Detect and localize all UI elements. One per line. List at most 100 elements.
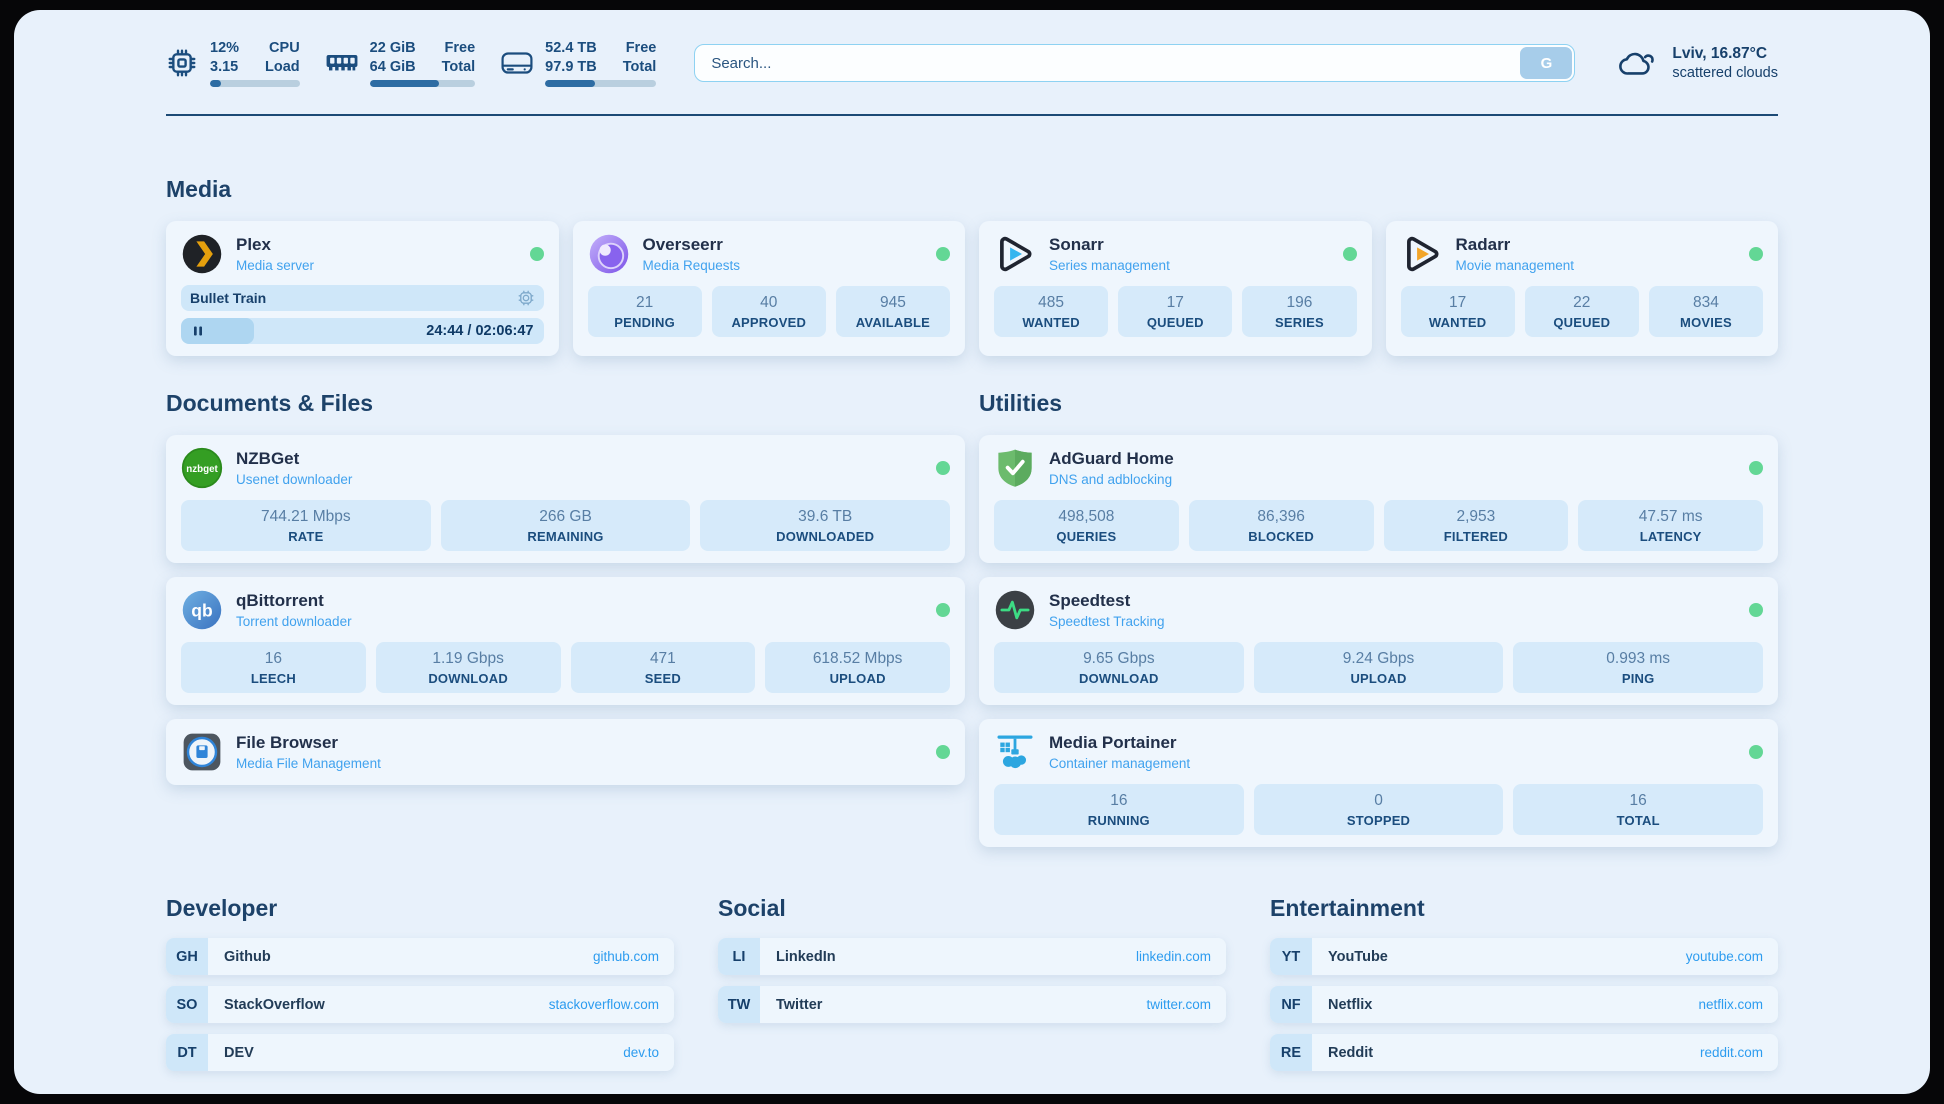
bookmark-name: YouTube (1328, 949, 1388, 965)
stat-downloaded: 39.6 TBDOWNLOADED (700, 500, 950, 551)
header-divider (166, 114, 1778, 116)
qbittorrent-icon: qb (181, 589, 223, 631)
section-title-developer: Developer (166, 895, 674, 922)
app-card-speedtest[interactable]: Speedtest Speedtest Tracking 9.65 GbpsDO… (979, 577, 1778, 705)
disk-free-label: Free (623, 39, 657, 58)
app-card-sonarr[interactable]: Sonarr Series management 485WANTED 17QUE… (979, 221, 1372, 356)
status-online-dot (936, 461, 950, 475)
bookmark-youtube[interactable]: YT YouTube youtube.com (1270, 938, 1778, 975)
bookmark-name: LinkedIn (776, 949, 836, 965)
bookmark-netflix[interactable]: NF Netflix netflix.com (1270, 986, 1778, 1023)
app-name: NZBGet (236, 449, 352, 469)
section-social: Social LI LinkedIn linkedin.com TW Twitt… (718, 895, 1226, 1071)
ram-icon (326, 53, 358, 73)
stat-upload: 618.52 MbpsUPLOAD (765, 642, 950, 693)
filebrowser-icon (181, 731, 223, 773)
app-name: File Browser (236, 733, 381, 753)
bookmark-name: Reddit (1328, 1045, 1373, 1061)
stat-approved: 40APPROVED (712, 286, 826, 337)
bookmark-url[interactable]: dev.to (623, 1045, 659, 1060)
app-description: Media server (236, 258, 314, 273)
section-utilities: Utilities AdGuard Home (979, 390, 1778, 847)
bookmark-url[interactable]: stackoverflow.com (549, 997, 659, 1012)
plex-icon (181, 233, 223, 275)
section-title-entertainment: Entertainment (1270, 895, 1778, 922)
cpu-stat: 12% CPU 3.15 Load (166, 39, 300, 88)
search-input[interactable] (694, 44, 1575, 82)
sonarr-icon (994, 233, 1036, 275)
stat-wanted: 17WANTED (1401, 286, 1515, 337)
bookmark-abbr: SO (166, 986, 208, 1023)
header-bar: 12% CPU 3.15 Load 22 GiB (166, 36, 1778, 90)
app-description: Speedtest Tracking (1049, 614, 1165, 629)
app-description: Movie management (1456, 258, 1575, 273)
bookmark-github[interactable]: GH Github github.com (166, 938, 674, 975)
cloud-icon (1617, 47, 1659, 79)
app-card-portainer[interactable]: Media Portainer Container management 16R… (979, 719, 1778, 847)
dashboard-page: 12% CPU 3.15 Load 22 GiB (14, 10, 1930, 1094)
playback-progress-bar[interactable]: 24:44 / 02:06:47 (181, 318, 544, 344)
bookmark-url[interactable]: github.com (593, 949, 659, 964)
pause-icon[interactable] (191, 324, 205, 338)
bookmark-url[interactable]: youtube.com (1686, 949, 1763, 964)
cpu-progress-bar (210, 80, 300, 87)
section-entertainment: Entertainment YT YouTube youtube.com NF … (1270, 895, 1778, 1071)
adguard-icon (994, 447, 1036, 489)
bookmark-dev[interactable]: DT DEV dev.to (166, 1034, 674, 1071)
search-bar: G (694, 44, 1575, 82)
bookmark-url[interactable]: linkedin.com (1136, 949, 1211, 964)
stat-available: 945AVAILABLE (836, 286, 950, 337)
stat-wanted: 485WANTED (994, 286, 1108, 337)
app-card-qbittorrent[interactable]: qb qBittorrent Torrent downloader 16LEEC… (166, 577, 965, 705)
disk-progress-bar (545, 80, 656, 87)
radarr-icon (1401, 233, 1443, 275)
bookmark-abbr: TW (718, 986, 760, 1023)
section-title-utilities: Utilities (979, 390, 1778, 417)
app-card-plex[interactable]: Plex Media server Bullet Train (166, 221, 559, 356)
stat-blocked: 86,396BLOCKED (1189, 500, 1374, 551)
search-engine-button[interactable]: G (1520, 47, 1572, 79)
app-name: Plex (236, 235, 314, 255)
ram-total-value: 64 GiB (370, 58, 416, 77)
cpu-usage-label: CPU (265, 39, 300, 58)
bookmark-abbr: LI (718, 938, 760, 975)
app-name: AdGuard Home (1049, 449, 1174, 469)
status-online-dot (1749, 603, 1763, 617)
app-description: DNS and adblocking (1049, 472, 1174, 487)
cpu-usage-value: 12% (210, 39, 239, 58)
status-online-dot (530, 247, 544, 261)
app-name: Media Portainer (1049, 733, 1190, 753)
ram-free-label: Free (442, 39, 476, 58)
cpu-load-label: Load (265, 58, 300, 77)
ram-free-value: 22 GiB (370, 39, 416, 58)
bookmark-abbr: NF (1270, 986, 1312, 1023)
status-online-dot (1749, 461, 1763, 475)
app-description: Torrent downloader (236, 614, 352, 629)
stat-download: 1.19 GbpsDOWNLOAD (376, 642, 561, 693)
bookmark-name: Github (224, 949, 271, 965)
status-online-dot (936, 745, 950, 759)
bookmark-reddit[interactable]: RE Reddit reddit.com (1270, 1034, 1778, 1071)
app-card-radarr[interactable]: Radarr Movie management 17WANTED 22QUEUE… (1386, 221, 1779, 356)
bookmark-url[interactable]: reddit.com (1700, 1045, 1763, 1060)
bookmark-abbr: RE (1270, 1034, 1312, 1071)
app-card-nzbget[interactable]: nzbget NZBGet Usenet downloader 744.21 M… (166, 435, 965, 563)
bookmark-linkedin[interactable]: LI LinkedIn linkedin.com (718, 938, 1226, 975)
disk-icon (501, 52, 533, 74)
cpu-load-value: 3.15 (210, 58, 239, 77)
app-card-overseerr[interactable]: Overseerr Media Requests 21PENDING 40APP… (573, 221, 966, 356)
bookmark-twitter[interactable]: TW Twitter twitter.com (718, 986, 1226, 1023)
app-card-filebrowser[interactable]: File Browser Media File Management (166, 719, 965, 785)
bookmark-url[interactable]: twitter.com (1146, 997, 1211, 1012)
app-card-adguard[interactable]: AdGuard Home DNS and adblocking 498,508Q… (979, 435, 1778, 563)
bookmark-abbr: YT (1270, 938, 1312, 975)
ram-total-label: Total (442, 58, 476, 77)
section-documents-files: Documents & Files nzbget NZBGet Usenet d… (166, 390, 965, 847)
bookmark-name: Twitter (776, 997, 822, 1013)
bookmark-name: DEV (224, 1045, 254, 1061)
stat-download: 9.65 GbpsDOWNLOAD (994, 642, 1244, 693)
portainer-icon (994, 731, 1036, 773)
bookmark-stackoverflow[interactable]: SO StackOverflow stackoverflow.com (166, 986, 674, 1023)
overseerr-icon (588, 233, 630, 275)
bookmark-url[interactable]: netflix.com (1698, 997, 1763, 1012)
